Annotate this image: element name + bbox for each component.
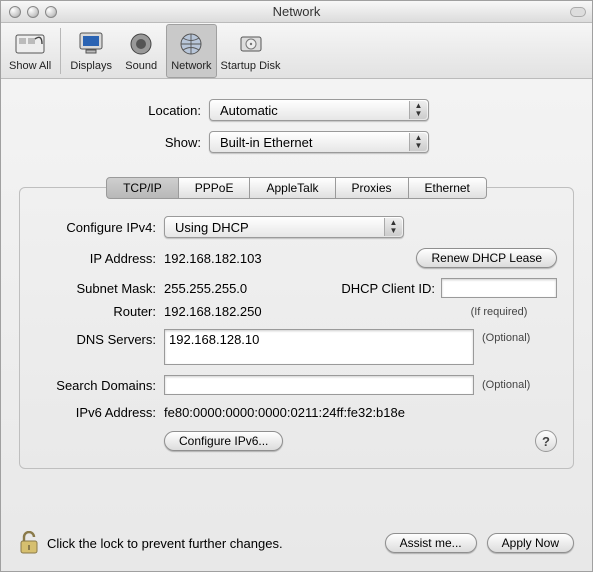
displays-icon bbox=[75, 30, 107, 58]
dhcp-client-id-input[interactable] bbox=[441, 278, 557, 298]
footer: Click the lock to prevent further change… bbox=[1, 519, 592, 571]
dhcp-client-id-note: (If required) bbox=[441, 306, 557, 318]
subnet-mask-value: 255.255.255.0 bbox=[164, 281, 294, 296]
apply-now-button[interactable]: Apply Now bbox=[487, 533, 574, 553]
toolbar-separator bbox=[60, 28, 61, 74]
sound-label: Sound bbox=[125, 60, 157, 72]
tab-proxies[interactable]: Proxies bbox=[335, 177, 409, 199]
toolbar: Show All Displays Sound bbox=[1, 23, 592, 79]
settings-panel: TCP/IP PPPoE AppleTalk Proxies Ethernet … bbox=[19, 177, 574, 469]
ipv6-address-value: fe80:0000:0000:0000:0211:24ff:fe32:b18e bbox=[164, 405, 405, 420]
configure-ipv4-label: Configure IPv4: bbox=[36, 220, 164, 235]
dns-servers-note: (Optional) bbox=[482, 329, 530, 344]
show-value: Built-in Ethernet bbox=[220, 135, 313, 150]
startup-disk-button[interactable]: Startup Disk bbox=[217, 24, 285, 78]
tab-tcpip[interactable]: TCP/IP bbox=[106, 177, 179, 199]
router-value: 192.168.182.250 bbox=[164, 304, 294, 319]
location-label: Location: bbox=[19, 103, 209, 118]
window: Network Show All bbox=[0, 0, 593, 572]
show-all-label: Show All bbox=[9, 60, 51, 72]
tab-pppoe[interactable]: PPPoE bbox=[178, 177, 251, 199]
dns-servers-input[interactable] bbox=[164, 329, 474, 365]
help-button[interactable]: ? bbox=[535, 430, 557, 452]
window-title: Network bbox=[1, 4, 592, 19]
minimize-button[interactable] bbox=[27, 6, 39, 18]
help-icon: ? bbox=[542, 434, 550, 449]
ip-address-label: IP Address: bbox=[36, 251, 164, 266]
show-label: Show: bbox=[19, 135, 209, 150]
assist-me-button[interactable]: Assist me... bbox=[385, 533, 477, 553]
chevron-updown-icon bbox=[409, 133, 427, 151]
renew-dhcp-button[interactable]: Renew DHCP Lease bbox=[416, 248, 557, 268]
search-domains-note: (Optional) bbox=[482, 379, 530, 391]
show-all-icon bbox=[14, 30, 46, 58]
tab-bar: TCP/IP PPPoE AppleTalk Proxies Ethernet bbox=[19, 177, 574, 199]
close-button[interactable] bbox=[9, 6, 21, 18]
chevron-updown-icon bbox=[384, 218, 402, 236]
displays-label: Displays bbox=[70, 60, 112, 72]
startup-disk-icon bbox=[235, 30, 267, 58]
configure-ipv6-button[interactable]: Configure IPv6... bbox=[164, 431, 283, 451]
router-label: Router: bbox=[36, 304, 164, 319]
tcpip-panel: Configure IPv4: Using DHCP IP Address: 1… bbox=[19, 187, 574, 469]
content-area: Location: Automatic Show: Built-in Ether… bbox=[1, 79, 592, 519]
show-select[interactable]: Built-in Ethernet bbox=[209, 131, 429, 153]
toolbar-toggle-button[interactable] bbox=[570, 7, 586, 17]
lock-text: Click the lock to prevent further change… bbox=[47, 536, 385, 551]
ipv6-address-label: IPv6 Address: bbox=[36, 405, 164, 420]
startup-disk-label: Startup Disk bbox=[221, 60, 281, 72]
dns-servers-label: DNS Servers: bbox=[36, 329, 164, 347]
traffic-lights bbox=[9, 6, 57, 18]
network-button[interactable]: Network bbox=[166, 24, 216, 78]
sound-button[interactable]: Sound bbox=[116, 24, 166, 78]
tab-ethernet[interactable]: Ethernet bbox=[408, 177, 487, 199]
location-select[interactable]: Automatic bbox=[209, 99, 429, 121]
ip-address-value: 192.168.182.103 bbox=[164, 251, 314, 266]
displays-button[interactable]: Displays bbox=[66, 24, 116, 78]
sound-icon bbox=[125, 30, 157, 58]
chevron-updown-icon bbox=[409, 101, 427, 119]
network-label: Network bbox=[171, 60, 211, 72]
configure-ipv4-value: Using DHCP bbox=[175, 220, 249, 235]
search-domains-input[interactable] bbox=[164, 375, 474, 395]
search-domains-label: Search Domains: bbox=[36, 378, 164, 393]
show-all-button[interactable]: Show All bbox=[5, 24, 55, 78]
location-value: Automatic bbox=[220, 103, 278, 118]
subnet-mask-label: Subnet Mask: bbox=[36, 281, 164, 296]
configure-ipv4-select[interactable]: Using DHCP bbox=[164, 216, 404, 238]
tab-appletalk[interactable]: AppleTalk bbox=[249, 177, 335, 199]
zoom-button[interactable] bbox=[45, 6, 57, 18]
dhcp-client-id-label: DHCP Client ID: bbox=[294, 281, 441, 296]
lock-icon[interactable] bbox=[19, 531, 39, 555]
network-icon bbox=[175, 30, 207, 58]
titlebar: Network bbox=[1, 1, 592, 23]
